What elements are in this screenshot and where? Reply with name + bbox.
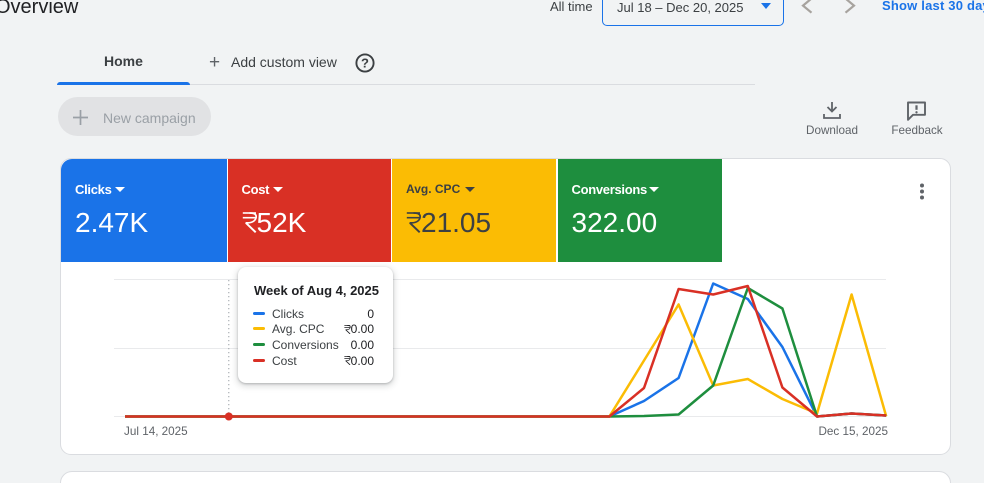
svg-text:?: ?	[361, 56, 369, 71]
